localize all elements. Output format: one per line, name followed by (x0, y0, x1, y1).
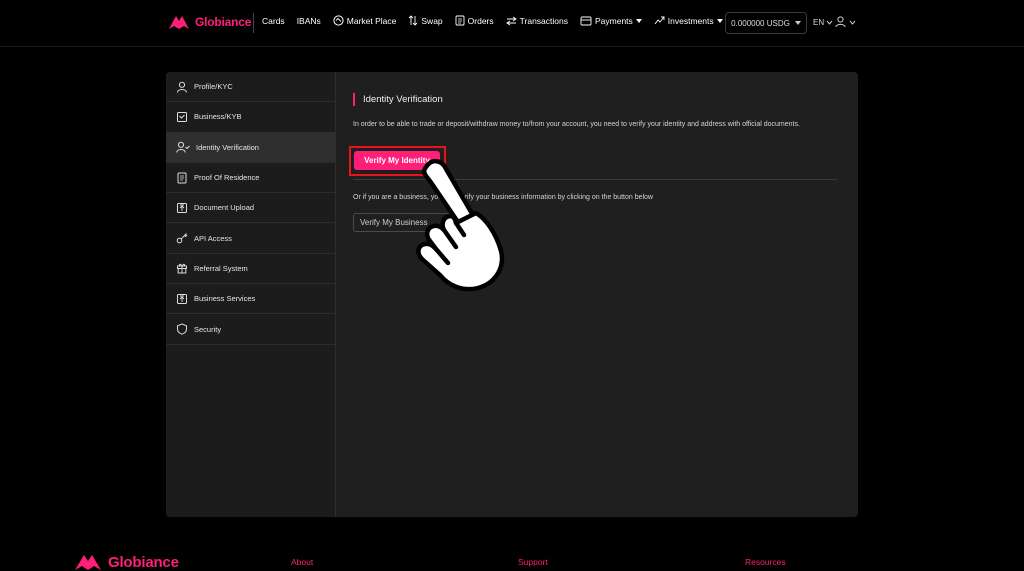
globiance-logo[interactable]: Globiance (168, 14, 251, 30)
sidebar-item-identity-verification[interactable]: Identity Verification (166, 132, 335, 163)
globiance-logo-icon (75, 555, 101, 570)
sidebar-item-referral-system[interactable]: Referral System (166, 254, 335, 285)
globiance-logo-icon (169, 16, 189, 29)
user-icon (177, 81, 187, 93)
sidebar-item-label: Proof Of Residence (194, 173, 260, 183)
footer-about-heading: About (291, 557, 314, 567)
user-check-icon (176, 141, 190, 153)
shield-icon (177, 323, 187, 335)
user-icon (835, 16, 846, 28)
sidebar-item-document-upload[interactable]: Document Upload (166, 193, 335, 224)
nav-payments-label: Payments (594, 15, 633, 26)
language-selector[interactable]: EN (813, 18, 833, 27)
orders-icon (455, 15, 465, 26)
nav-transactions-label: Transactions (519, 15, 568, 26)
sidebar-item-label: Business Services (194, 294, 256, 304)
sidebar-item-label: API Access (194, 233, 232, 243)
sidebar-item-label: Security (194, 324, 222, 334)
caret-down-icon (794, 21, 801, 25)
nav-payments[interactable]: Payments (580, 16, 642, 26)
pointing-hand-icon (416, 159, 505, 292)
swap-icon (409, 15, 418, 26)
sidebar-item-business-services[interactable]: Business Services (166, 284, 335, 315)
nav-orders-label: Orders (467, 15, 494, 26)
nav-market-place-label: Market Place (346, 15, 397, 26)
nav-swap[interactable]: Swap (408, 15, 443, 26)
sidebar-item-label: Business/KYB (194, 112, 242, 122)
nav-ibans[interactable]: IBANs (297, 16, 321, 26)
sidebar-item-label: Document Upload (194, 203, 255, 213)
footer-logo[interactable]: Globiance (74, 553, 179, 571)
nav-investments-label: Investments (667, 15, 714, 26)
wallet-balance: 0.000000 USDG (731, 18, 790, 28)
gift-icon (177, 264, 187, 274)
footer-resources-heading: Resources (745, 557, 786, 567)
settings-panel: Profile/KYC Business/KYB Identity Verifi… (166, 72, 858, 517)
chevron-down-icon (826, 20, 833, 25)
key-icon (176, 233, 188, 244)
chevron-down-icon (849, 20, 856, 25)
caret-down-icon (716, 18, 723, 23)
sidebar-item-label: Identity Verification (196, 142, 259, 152)
brand-name: Globiance (108, 553, 179, 571)
settings-sidebar: Profile/KYC Business/KYB Identity Verifi… (166, 72, 336, 517)
sidebar-item-label: Referral System (194, 263, 248, 273)
wallet-balance-dropdown[interactable]: 0.000000 USDG (725, 12, 807, 34)
briefcase-icon (177, 111, 187, 122)
top-navbar: Globiance Cards IBANs Market Place Swap … (0, 0, 1024, 47)
main-nav: Cards IBANs Market Place Swap Orders Tra… (262, 15, 735, 26)
page-title: Identity Verification (353, 93, 443, 106)
nav-cards[interactable]: Cards (262, 16, 285, 26)
nav-transactions[interactable]: Transactions (505, 15, 568, 26)
marketplace-icon (333, 15, 344, 26)
sidebar-item-security[interactable]: Security (166, 314, 335, 345)
nav-market-place[interactable]: Market Place (333, 15, 397, 26)
upload-icon (177, 293, 187, 304)
nav-cards-label: Cards (262, 15, 285, 26)
verification-description: In order to be able to trade or deposit/… (353, 121, 800, 128)
nav-ibans-label: IBANs (296, 15, 321, 26)
language-label: EN (813, 18, 825, 27)
payments-icon (580, 16, 592, 25)
nav-orders[interactable]: Orders (455, 15, 494, 26)
footer-support-heading: Support (518, 557, 548, 567)
document-icon (177, 172, 187, 184)
sidebar-item-proof-of-residence[interactable]: Proof Of Residence (166, 163, 335, 194)
user-menu[interactable] (835, 16, 856, 28)
nav-divider (253, 13, 254, 33)
upload-icon (177, 202, 187, 213)
brand-name: Globiance (195, 15, 252, 29)
transactions-icon (505, 16, 517, 25)
nav-swap-label: Swap (421, 15, 443, 26)
sidebar-item-api-access[interactable]: API Access (166, 223, 335, 254)
investments-icon (654, 16, 665, 25)
sidebar-item-label: Profile/KYC (194, 82, 233, 92)
nav-investments[interactable]: Investments (654, 16, 723, 26)
caret-down-icon (635, 18, 642, 23)
sidebar-item-business-kyb[interactable]: Business/KYB (166, 102, 335, 133)
sidebar-item-profile-kyc[interactable]: Profile/KYC (166, 72, 335, 103)
